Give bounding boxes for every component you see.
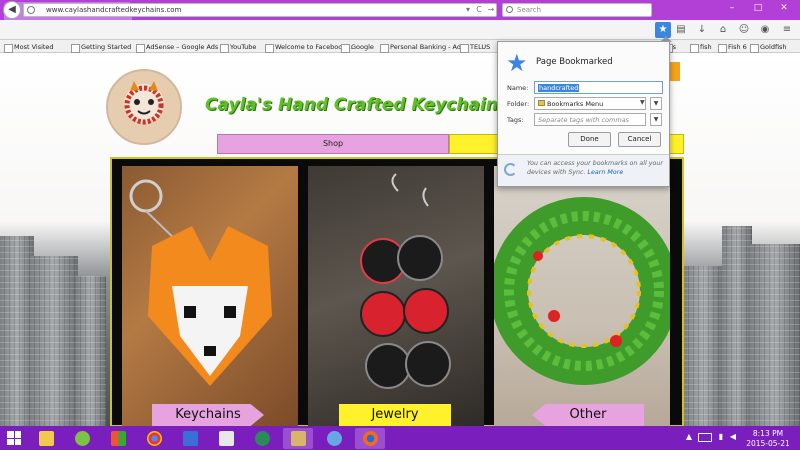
bookmark-google[interactable]: Google: [341, 42, 374, 53]
windows-start-icon[interactable]: [7, 431, 21, 445]
product-gallery: Keychains Jewelry Other: [110, 157, 684, 429]
keyboard-icon[interactable]: [698, 433, 712, 442]
bookmark-youtube[interactable]: YouTube: [220, 42, 256, 53]
nav-shop[interactable]: Shop: [217, 134, 449, 154]
bookmark-facebook[interactable]: Welcome to Facebook...: [265, 42, 352, 53]
bookmark-goldfish[interactable]: Goldfish: [750, 42, 787, 53]
sync-icon: [504, 163, 517, 176]
star-icon: ★: [506, 49, 528, 77]
site-logo: [106, 69, 182, 145]
search-input[interactable]: Search: [502, 3, 652, 17]
keychain-photo[interactable]: [122, 166, 298, 429]
city-building: [0, 236, 34, 426]
city-building: [30, 256, 78, 426]
bookmark-folder-select[interactable]: Bookmarks Menu: [534, 97, 646, 110]
file-explorer-icon[interactable]: [31, 428, 61, 449]
bookmark-name-input[interactable]: handcrafted: [534, 81, 663, 94]
city-building: [684, 266, 724, 426]
sync-promo-text: You can access your bookmarks on all you…: [527, 159, 667, 177]
bookmark-telus[interactable]: TELUS: [460, 42, 490, 53]
bookmark-tags-label: Tags:: [507, 116, 524, 124]
clock-date[interactable]: 2015-05-21: [738, 439, 798, 448]
learn-more-link[interactable]: Learn More: [588, 169, 624, 176]
close-window-button[interactable]: ✕: [772, 0, 796, 18]
pocket-icon[interactable]: ◉: [757, 22, 773, 38]
maximize-button[interactable]: □: [746, 0, 770, 18]
word-icon[interactable]: [67, 428, 97, 449]
jewelry-label-button[interactable]: Jewelry: [339, 404, 451, 426]
chat-icon[interactable]: ☺: [736, 22, 752, 38]
search-icon: [506, 6, 513, 13]
firefox-icon[interactable]: [355, 428, 385, 449]
other-label-button[interactable]: Other: [532, 404, 644, 426]
clock-time[interactable]: 8:13 PM: [738, 429, 798, 438]
tray-expand-icon[interactable]: ▲: [684, 432, 694, 442]
bookmarks-menu-icon[interactable]: ▤: [673, 22, 689, 38]
bookmark-tags-input[interactable]: Separate tags with commas: [534, 113, 646, 126]
bookmark-name-label: Name:: [507, 84, 529, 92]
bookmark-most-visited[interactable]: Most Visited: [4, 42, 54, 53]
chevron-down-icon: ▼: [640, 99, 645, 106]
url-dropdown-icon[interactable]: ▾: [463, 5, 473, 15]
bookmark-folder-label: Folder:: [507, 100, 530, 108]
back-button[interactable]: ◀: [3, 1, 21, 19]
tags-expand-button[interactable]: ▼: [650, 113, 662, 126]
folder-icon: [538, 100, 545, 106]
volume-icon[interactable]: ◀: [728, 432, 738, 442]
folder-expand-button[interactable]: ▼: [650, 97, 662, 110]
go-icon[interactable]: →: [486, 5, 496, 15]
bookmark-panel-heading: Page Bookmarked: [536, 57, 613, 67]
minimize-button[interactable]: –: [720, 0, 744, 18]
chrome-icon[interactable]: [139, 428, 169, 449]
wreath-photo[interactable]: [494, 166, 670, 429]
bookmark-personal-banking[interactable]: Personal Banking - Ad...: [380, 42, 467, 53]
video-app-icon[interactable]: [211, 428, 241, 449]
jewelry-photo[interactable]: [308, 166, 484, 429]
network-icon[interactable]: ▮: [716, 432, 726, 442]
city-building: [750, 244, 800, 426]
city-building: [722, 226, 752, 426]
done-button[interactable]: Done: [568, 132, 611, 147]
bookmark-name-value: handcrafted: [538, 84, 580, 92]
mail-app-icon[interactable]: [175, 428, 205, 449]
downloads-icon[interactable]: ↓: [694, 22, 710, 38]
bookmark-getting-started[interactable]: Getting Started: [71, 42, 131, 53]
home-icon[interactable]: ⌂: [715, 22, 731, 38]
cancel-button[interactable]: Cancel: [618, 132, 661, 147]
paint-icon[interactable]: [319, 428, 349, 449]
mosaic-app-icon[interactable]: [103, 428, 133, 449]
city-building: [76, 276, 106, 426]
bookmark-fish-6[interactable]: Fish 6: [718, 42, 747, 53]
media-center-icon[interactable]: [247, 428, 277, 449]
bookmark-adsense[interactable]: AdSense – Google Ads: [136, 42, 218, 53]
url-bar[interactable]: www.caylashandcraftedkeychains.com: [23, 3, 497, 17]
remote-desktop-icon[interactable]: [283, 428, 313, 449]
keychains-label-button[interactable]: Keychains: [152, 404, 264, 426]
bookmark-fish[interactable]: fish: [690, 42, 712, 53]
globe-icon: [27, 6, 35, 14]
reload-icon[interactable]: C: [474, 5, 484, 15]
menu-icon[interactable]: ≡: [779, 22, 795, 38]
site-title: Cayla's Hand Crafted Keychains & J: [205, 95, 505, 115]
